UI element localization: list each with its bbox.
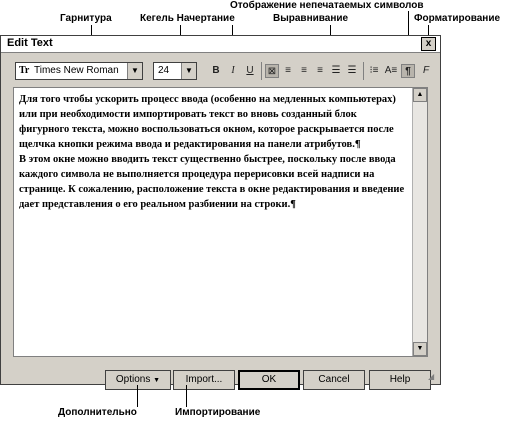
options-label: Options bbox=[115, 374, 151, 385]
callout-alignment: Выравнивание bbox=[273, 13, 349, 24]
spacing-button[interactable]: A≡ bbox=[384, 64, 398, 78]
font-family-value: Times New Roman bbox=[34, 65, 119, 76]
align-left-icon: ≡ bbox=[285, 65, 291, 76]
help-button[interactable]: Help bbox=[369, 370, 431, 390]
font-family-select[interactable]: Tr Times New Roman ▼ bbox=[15, 62, 143, 80]
bullet-list-button[interactable]: ⁝≡ bbox=[367, 64, 381, 78]
window-title: Edit Text bbox=[7, 37, 53, 49]
format-text-button[interactable]: F bbox=[419, 64, 433, 78]
options-button[interactable]: Options ▼ bbox=[105, 370, 171, 390]
paragraph-2: В этом окне можно вводить текст существе… bbox=[19, 154, 405, 210]
callout-formatting: Форматирование bbox=[414, 13, 501, 24]
paragraph-1: Для того чтобы ускорить процесс ввода (о… bbox=[19, 94, 396, 150]
align-justify-button[interactable]: ☰ bbox=[329, 64, 343, 78]
font-size-value: 24 bbox=[158, 65, 170, 76]
close-button[interactable]: x bbox=[421, 37, 436, 51]
ok-button[interactable]: OK bbox=[238, 370, 300, 390]
chevron-down-icon[interactable]: ▼ bbox=[127, 63, 142, 79]
callout-import: Импортирование bbox=[175, 407, 261, 418]
scroll-up-button[interactable]: ▲ bbox=[413, 88, 427, 102]
align-left-button[interactable]: ≡ bbox=[281, 64, 295, 78]
align-center-button[interactable]: ≡ bbox=[297, 64, 311, 78]
vertical-scrollbar[interactable]: ▲ ▼ bbox=[412, 88, 427, 356]
truetype-font-icon: Tr bbox=[19, 65, 30, 76]
callout-line-import bbox=[186, 385, 187, 407]
resize-grip-icon[interactable]: ◢ bbox=[428, 372, 438, 382]
scroll-down-button[interactable]: ▼ bbox=[413, 342, 427, 356]
italic-button[interactable]: I bbox=[226, 64, 240, 78]
callout-size-style: Кегель Начертание bbox=[140, 13, 235, 24]
callout-line-options bbox=[137, 385, 138, 407]
chevron-down-icon[interactable]: ▼ bbox=[181, 63, 196, 79]
bold-button[interactable]: B bbox=[209, 64, 223, 78]
align-right-icon: ≡ bbox=[317, 65, 323, 76]
cancel-button[interactable]: Cancel bbox=[303, 370, 365, 390]
align-force-justify-button[interactable]: ☰ bbox=[345, 64, 359, 78]
toolbar-separator bbox=[363, 62, 364, 80]
callout-nonprinting: Отображение непечатаемых символов bbox=[230, 0, 424, 11]
align-right-button[interactable]: ≡ bbox=[313, 64, 327, 78]
callout-typeface: Гарнитура bbox=[60, 13, 112, 24]
arrow-down-icon: ▼ bbox=[416, 345, 424, 352]
import-button[interactable]: Import... bbox=[173, 370, 235, 390]
align-none-button[interactable]: ⊠ bbox=[265, 64, 279, 78]
pilcrow-icon: ¶ bbox=[405, 66, 411, 77]
callout-options: Дополнительно bbox=[58, 407, 137, 418]
text-content[interactable]: Для того чтобы ускорить процесс ввода (о… bbox=[19, 92, 407, 212]
spacing-icon: A≡ bbox=[384, 65, 398, 76]
align-center-icon: ≡ bbox=[301, 65, 307, 76]
underline-button[interactable]: U bbox=[243, 64, 257, 78]
title-bar: Edit Text x bbox=[1, 36, 440, 53]
align-force-justify-icon: ☰ bbox=[347, 65, 357, 76]
align-justify-icon: ☰ bbox=[331, 65, 341, 76]
arrow-up-icon: ▲ bbox=[416, 91, 424, 98]
align-none-icon: ⊠ bbox=[267, 66, 277, 77]
format-text-icon: F bbox=[422, 65, 430, 76]
chevron-down-icon: ▼ bbox=[153, 377, 161, 384]
font-size-select[interactable]: 24 ▼ bbox=[153, 62, 197, 80]
edit-text-dialog: Edit Text x Tr Times New Roman ▼ 24 ▼ B … bbox=[0, 35, 441, 390]
show-nonprinting-button[interactable]: ¶ bbox=[401, 64, 415, 78]
toolbar-separator bbox=[261, 62, 262, 80]
bullet-list-icon: ⁝≡ bbox=[369, 65, 379, 76]
text-edit-area[interactable]: Для того чтобы ускорить процесс ввода (о… bbox=[13, 87, 428, 357]
